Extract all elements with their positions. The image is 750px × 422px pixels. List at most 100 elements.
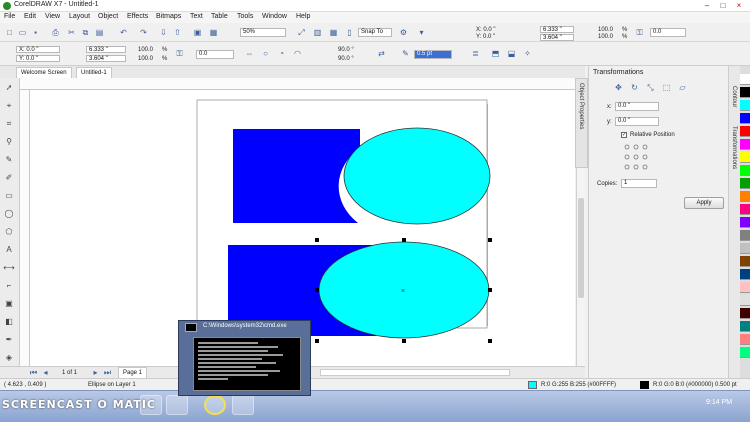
menu-tools[interactable]: Tools	[237, 13, 253, 20]
palette-swatch-9[interactable]	[740, 191, 750, 202]
palette-swatch-20[interactable]	[740, 334, 750, 345]
undo-icon[interactable]: ↶	[118, 27, 129, 38]
paste-icon[interactable]: ▤	[94, 27, 105, 38]
pdf-icon[interactable]: ▣	[192, 27, 203, 38]
scrollbar-thumb[interactable]	[578, 198, 584, 298]
apply-button[interactable]: Apply	[684, 197, 724, 209]
zoom-level-field[interactable]: 50%	[240, 28, 286, 37]
artistic-media-icon[interactable]: ✐	[3, 172, 15, 184]
palette-swatch-16[interactable]	[740, 282, 750, 293]
palette-swatch-12[interactable]	[740, 230, 750, 241]
vertical-ruler[interactable]	[20, 90, 30, 366]
redo-icon[interactable]: ↷	[138, 27, 149, 38]
snap-to-dropdown[interactable]: Snap To	[358, 28, 392, 37]
transform-y-field[interactable]: 0.0 "	[615, 117, 659, 126]
palette-swatch-5[interactable]	[740, 139, 750, 150]
palette-swatch-11[interactable]	[740, 217, 750, 228]
copy-icon[interactable]: ⧉	[80, 27, 91, 38]
palette-swatch-18[interactable]	[740, 308, 750, 319]
relative-position-checkbox[interactable]: ✓	[621, 132, 627, 138]
text-tool-icon[interactable]: A	[3, 244, 15, 256]
to-front-icon[interactable]: ⬒	[490, 48, 501, 59]
palette-swatch-1[interactable]	[740, 87, 750, 98]
polygon-tool-icon[interactable]: ⬠	[3, 226, 15, 238]
object-y-field[interactable]: Y: 0.0 "	[16, 55, 60, 62]
scale-mode-icon[interactable]: ⤡	[645, 82, 656, 93]
first-page-icon[interactable]: ⏮	[28, 367, 39, 378]
close-button[interactable]: ×	[732, 0, 746, 11]
pie-icon[interactable]: ◔	[276, 48, 287, 59]
menu-text[interactable]: Text	[190, 13, 203, 20]
import-icon[interactable]: ⇩	[158, 27, 169, 38]
taskbar-highlighted-app[interactable]	[204, 395, 226, 415]
transparency-icon[interactable]: ◧	[3, 316, 15, 328]
page-1-tab[interactable]: Page 1	[118, 367, 148, 378]
lock-ratio-icon[interactable]: ⚿	[634, 27, 645, 38]
ellipse-tool-icon[interactable]: ◯	[3, 208, 15, 220]
full-screen-icon[interactable]: ⤢	[296, 27, 307, 38]
open-icon[interactable]: ▭	[17, 27, 28, 38]
taskbar-cmd[interactable]	[232, 395, 254, 415]
lock-icon[interactable]: ⚿	[174, 48, 185, 59]
save-icon[interactable]: ▪	[30, 27, 41, 38]
rulers-icon[interactable]: ▥	[312, 27, 323, 38]
menu-bitmaps[interactable]: Bitmaps	[156, 13, 181, 20]
menu-file[interactable]: File	[4, 13, 15, 20]
palette-swatch-0[interactable]	[740, 74, 750, 85]
horizontal-scrollbar[interactable]	[320, 369, 510, 376]
object-height-field[interactable]: 3.604 "	[86, 55, 126, 62]
height-field[interactable]: 3.604 "	[540, 34, 574, 41]
ellipse-icon[interactable]: ○	[260, 48, 271, 59]
menu-view[interactable]: View	[45, 13, 60, 20]
palette-swatch-7[interactable]	[740, 165, 750, 176]
palette-swatch-2[interactable]	[740, 100, 750, 111]
convert-to-curves-icon[interactable]: ✧	[522, 48, 533, 59]
parallel-dimension-icon[interactable]: ⟷	[3, 262, 15, 274]
prev-page-icon[interactable]: ◂	[40, 367, 51, 378]
size-mode-icon[interactable]: ⬚	[661, 82, 672, 93]
cut-icon[interactable]: ✂	[66, 27, 77, 38]
tab-contour[interactable]: Contour	[731, 86, 737, 107]
grid-icon[interactable]: ▦	[328, 27, 339, 38]
palette-swatch-8[interactable]	[740, 178, 750, 189]
app-launcher-icon[interactable]: ▦	[208, 27, 219, 38]
wrap-text-icon[interactable]: ≣	[470, 48, 481, 59]
pen-icon[interactable]: ✎	[400, 48, 411, 59]
print-icon[interactable]: ⎙	[50, 27, 61, 38]
copies-field[interactable]: 1	[621, 179, 657, 188]
launch-icon[interactable]: ▾	[416, 27, 427, 38]
object-rotation-field[interactable]: 0.0	[196, 50, 234, 59]
object-x-field[interactable]: X: 0.0 "	[16, 46, 60, 53]
palette-swatch-3[interactable]	[740, 113, 750, 124]
crop-tool-icon[interactable]: ⌗	[3, 118, 15, 130]
object-width-field[interactable]: 6.333 "	[86, 46, 126, 53]
transform-x-field[interactable]: 0.0 "	[615, 102, 659, 111]
palette-swatch-6[interactable]	[740, 152, 750, 163]
options-icon[interactable]: ⚙	[398, 27, 409, 38]
palette-swatch-15[interactable]	[740, 269, 750, 280]
palette-swatch-17[interactable]	[740, 295, 750, 306]
palette-swatch-19[interactable]	[740, 321, 750, 332]
connector-tool-icon[interactable]: ⌐	[3, 280, 15, 292]
guidelines-icon[interactable]: ▯	[344, 27, 355, 38]
tab-transformations[interactable]: Transformations	[731, 126, 737, 169]
outline-width-field[interactable]: 0.5 pt	[414, 50, 452, 59]
freehand-tool-icon[interactable]: ✎	[3, 154, 15, 166]
eyedropper-icon[interactable]: ✒	[3, 334, 15, 346]
arc-icon[interactable]: ◠	[292, 48, 303, 59]
new-document-icon[interactable]: □	[4, 27, 15, 38]
cmd-window-thumbnail[interactable]: C:\Windows\system32\cmd.exe	[178, 320, 311, 396]
drop-shadow-icon[interactable]: ▣	[3, 298, 15, 310]
rotate-mode-icon[interactable]: ↻	[629, 82, 640, 93]
width-field[interactable]: 6.333 "	[540, 26, 574, 33]
fill-color-swatch[interactable]	[528, 381, 537, 389]
object-properties-tab[interactable]: Object Properties	[575, 78, 588, 168]
anchor-grid[interactable]	[623, 143, 649, 171]
next-page-icon[interactable]: ▸	[90, 367, 101, 378]
palette-swatch-10[interactable]	[740, 204, 750, 215]
position-mode-icon[interactable]: ✥	[613, 82, 624, 93]
outline-color-swatch[interactable]	[640, 381, 649, 389]
last-page-icon[interactable]: ⏭	[102, 367, 113, 378]
vertical-scrollbar[interactable]	[576, 168, 585, 366]
menu-edit[interactable]: Edit	[24, 13, 36, 20]
